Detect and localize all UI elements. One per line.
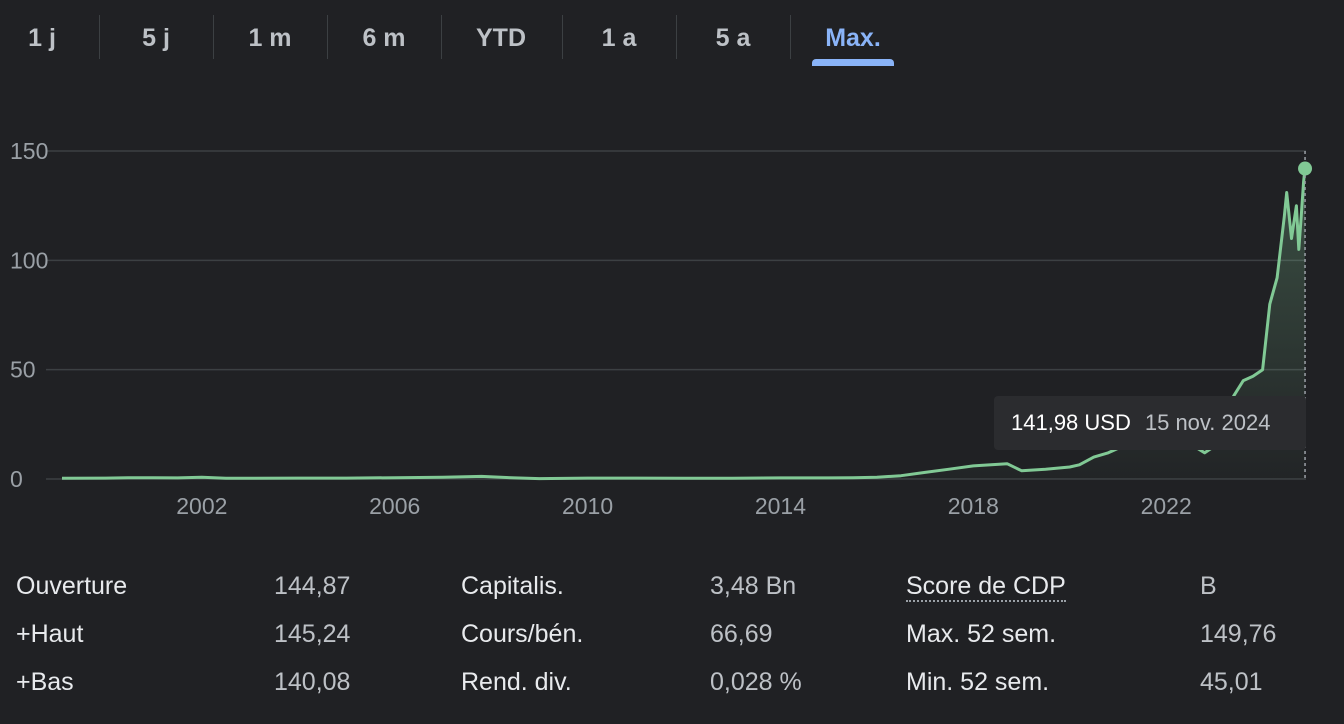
x-tick-label: 2006 (369, 493, 420, 519)
stat-value-52w-high: 149,76 (1200, 620, 1277, 648)
x-tick-label: 2002 (176, 493, 227, 519)
stat-value-pe-ratio: 66,69 (710, 620, 773, 648)
tab-separator (676, 15, 677, 59)
tab-1-day[interactable]: 1 j (14, 14, 70, 62)
stat-label-open: Ouverture (16, 572, 128, 600)
tab-5-years[interactable]: 5 a (702, 14, 764, 62)
tab-ytd[interactable]: YTD (464, 14, 538, 62)
current-price-marker (1298, 161, 1313, 176)
x-tick-label: 2022 (1141, 493, 1192, 519)
stat-label-high: +Haut (16, 620, 84, 648)
tab-separator (790, 15, 791, 59)
stat-value-dividend-yield: 0,028 % (710, 668, 802, 696)
stat-label-dividend-yield: Rend. div. (461, 668, 572, 696)
stat-value-cdp-score: B (1200, 572, 1217, 600)
stat-value-high: 145,24 (274, 620, 351, 648)
tab-separator (441, 15, 442, 59)
stat-label-52w-low: Min. 52 sem. (906, 668, 1050, 696)
tab-max[interactable]: Max. (812, 14, 894, 62)
tab-1-month[interactable]: 1 m (236, 14, 304, 62)
x-tick-label: 2014 (755, 493, 806, 519)
cdp-score-link[interactable]: Score de CDP (906, 572, 1066, 602)
tab-separator (99, 15, 100, 59)
stat-value-low: 140,08 (274, 668, 351, 696)
stat-label-pe-ratio: Cours/bén. (461, 620, 584, 648)
active-tab-indicator (812, 59, 894, 66)
stat-label-low: +Bas (16, 668, 74, 696)
tab-separator (213, 15, 214, 59)
y-tick-label: 50 (10, 357, 36, 383)
range-tabs: 1 j 5 j 1 m 6 m YTD 1 a 5 a Max. (0, 0, 920, 70)
stat-value-market-cap: 3,48 Bn (710, 572, 797, 600)
stock-chart-widget: 1 j 5 j 1 m 6 m YTD 1 a 5 a Max. 0 50 100 1… (0, 0, 1344, 724)
tab-5-days[interactable]: 5 j (126, 14, 186, 62)
tab-1-year[interactable]: 1 a (588, 14, 650, 62)
tab-6-months[interactable]: 6 m (350, 14, 418, 62)
price-chart[interactable]: 0 50 100 150 2002 2006 2010 2014 2018 2022 (0, 100, 1344, 540)
stat-value-52w-low: 45,01 (1200, 668, 1263, 696)
key-stats: Ouverture 144,87 +Haut 145,24 +Bas 140,0… (0, 560, 1344, 710)
tooltip-date: 15 nov. 2024 (1144, 410, 1271, 435)
y-tick-label: 150 (10, 138, 48, 164)
tab-separator (327, 15, 328, 59)
tab-separator (562, 15, 563, 59)
y-tick-label: 100 (10, 247, 48, 273)
y-tick-label: 0 (10, 466, 23, 492)
stat-label-52w-high: Max. 52 sem. (906, 620, 1057, 648)
tooltip-price: 141,98 USD (1011, 410, 1131, 435)
x-tick-label: 2010 (562, 493, 613, 519)
stat-value-open: 144,87 (274, 572, 351, 600)
stat-label-market-cap: Capitalis. (461, 572, 564, 600)
price-tooltip: 141,98 USD 15 nov. 2024 (994, 396, 1306, 450)
stat-label-cdp-score[interactable]: Score de CDP (906, 562, 1066, 610)
x-tick-label: 2018 (948, 493, 999, 519)
